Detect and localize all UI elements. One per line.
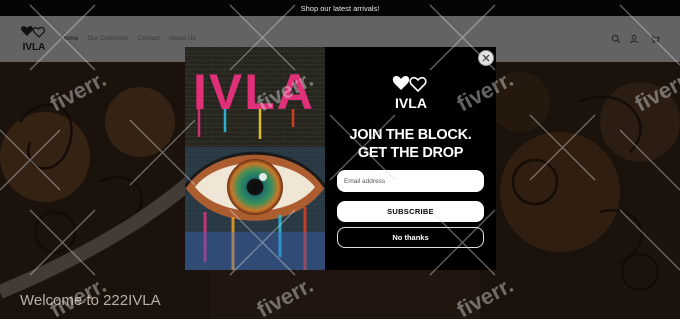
email-input[interactable] [337,170,484,192]
nav-our-collection[interactable]: Our Collection [87,35,128,42]
popup-title: JOIN THE BLOCK. GET THE DROP [325,126,496,162]
popup-brand-logo: IVLA [392,76,427,111]
popup-image: IVLA [185,47,325,270]
hero-welcome-heading: Welcome to 222IVLA [20,292,161,309]
popup-close-button[interactable] [478,50,494,66]
graffiti-eye-image: IVLA [185,47,325,270]
no-thanks-button[interactable]: No thanks [337,227,484,248]
search-icon[interactable] [611,34,621,44]
announcement-bar: Shop our latest arrivals! [0,0,680,16]
close-icon [482,54,490,62]
cart-icon[interactable] [650,34,660,44]
main-nav: Home Our Collection Contact About Us [61,35,196,42]
nav-about-us[interactable]: About Us [169,35,196,42]
account-icon[interactable] [629,34,639,44]
nav-home[interactable]: Home [61,35,78,42]
popup-logo-text: IVLA [395,95,427,111]
subscribe-button[interactable]: SUBSCRIBE [337,201,484,222]
logo-text: IVLA [23,42,46,53]
graffiti-text: IVLA [193,64,315,120]
brand-logo[interactable]: IVLA [18,22,50,54]
popup-title-line-1: JOIN THE BLOCK. [349,127,472,143]
nav-contact[interactable]: Contact [138,35,160,42]
popup-title-line-2: GET THE DROP [357,145,464,161]
announcement-text: Shop our latest arrivals! [300,3,380,13]
